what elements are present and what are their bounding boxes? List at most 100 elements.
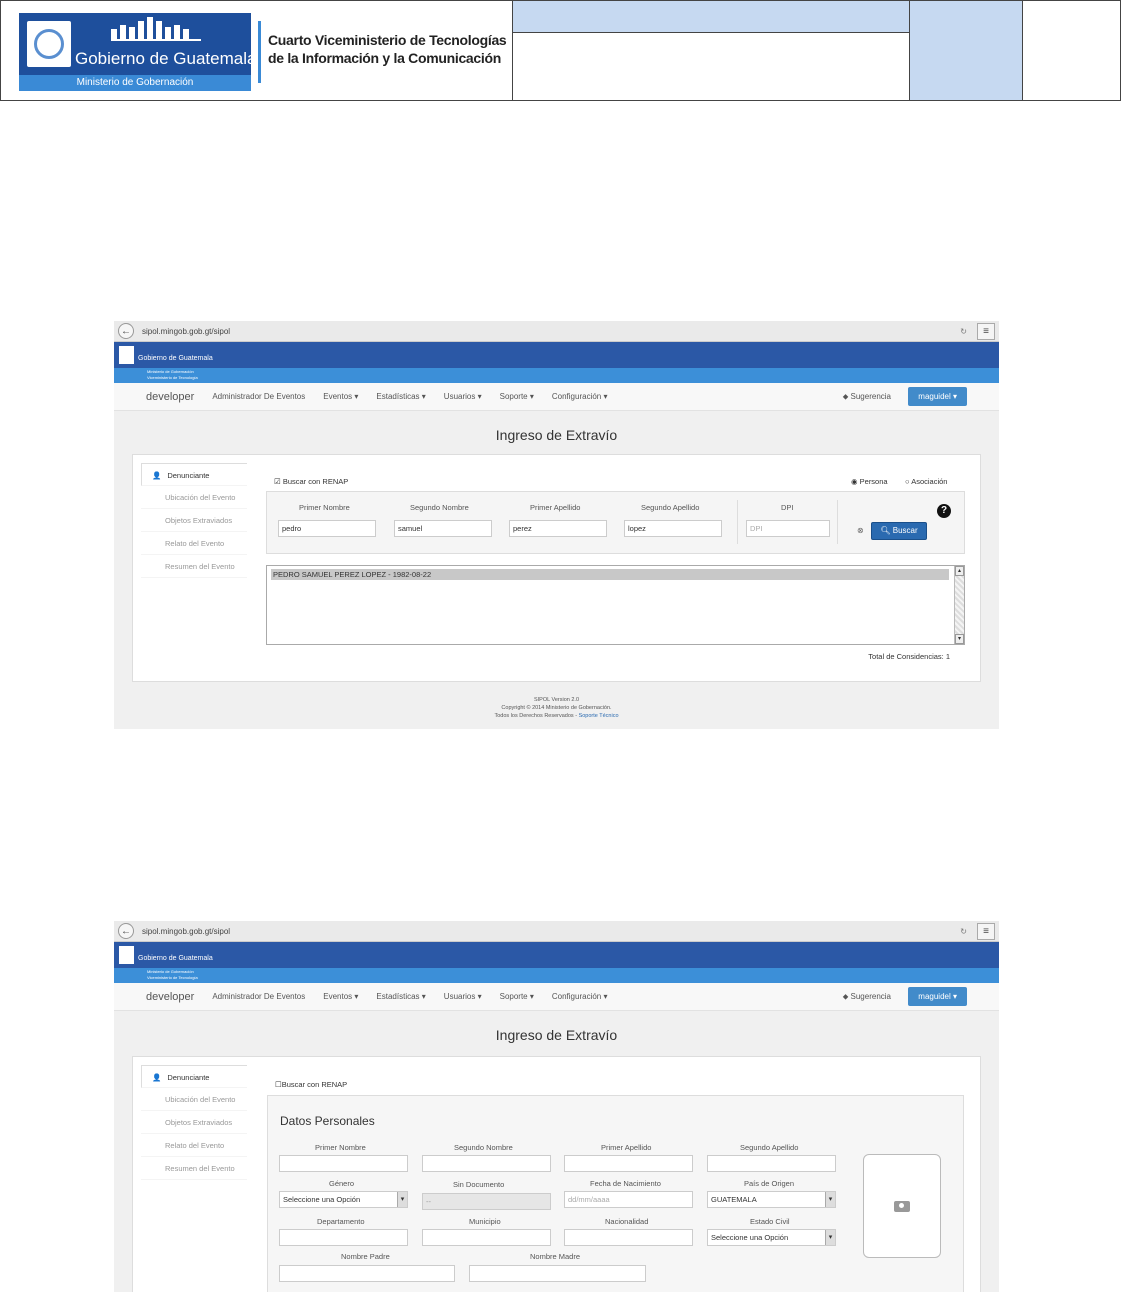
- radio-asociacion[interactable]: ○ Asociación: [905, 477, 947, 486]
- label-segundo-nombre: Segundo Nombre: [454, 1143, 513, 1152]
- banner-subtitle: Ministerio de Gobernación Viceministerio…: [114, 368, 999, 383]
- footer-rights: Todos los Derechos Reservados -: [494, 713, 578, 719]
- sidebar-item-objetos[interactable]: Objetos Extraviados: [141, 1111, 247, 1134]
- sidebar-item-resumen[interactable]: Resumen del Evento: [141, 555, 247, 578]
- result-item[interactable]: PEDRO SAMUEL PEREZ LOPEZ - 1982-08-22: [271, 569, 949, 580]
- segundo-apellido-input[interactable]: [707, 1155, 836, 1172]
- nav-item-estadisticas[interactable]: Estadísticas ▾: [376, 392, 425, 401]
- label-primer-apellido: Primer Apellido: [530, 503, 581, 512]
- primer-nombre-input[interactable]: pedro: [278, 520, 376, 537]
- nav-item-soporte[interactable]: Soporte ▾: [500, 992, 534, 1001]
- radio-persona[interactable]: ◉ Persona: [851, 477, 888, 486]
- sugerencia-label: Sugerencia: [850, 391, 891, 401]
- label-nombre-padre: Nombre Padre: [341, 1252, 390, 1261]
- nav-item-admin-eventos[interactable]: Administrador De Eventos: [212, 392, 305, 401]
- header-blue-cell: [910, 1, 1023, 100]
- nav-item-eventos[interactable]: Eventos ▾: [323, 392, 358, 401]
- label-segundo-apellido: Segundo Apellido: [740, 1143, 799, 1152]
- browser-bar: ← sipol.mingob.gob.gt/sipol ↻ ≡: [114, 921, 999, 942]
- sin-documento-input: --: [422, 1193, 551, 1210]
- renap-checkbox[interactable]: ☐Buscar con RENAP: [275, 1080, 347, 1089]
- divider: [737, 500, 738, 544]
- user-menu-button[interactable]: maguidel ▾: [908, 987, 967, 1006]
- navbar: developer Administrador De Eventos Event…: [114, 983, 999, 1011]
- genero-select[interactable]: Seleccione una Opción: [279, 1191, 408, 1208]
- menu-icon[interactable]: ≡: [977, 322, 995, 340]
- page-title: Ingreso de Extravío: [495, 1027, 618, 1043]
- label-departamento: Departamento: [317, 1217, 365, 1226]
- nav-item-eventos[interactable]: Eventos ▾: [323, 992, 358, 1001]
- back-arrow-icon[interactable]: ←: [118, 323, 134, 339]
- sidebar-item-ubicacion[interactable]: Ubicación del Evento: [141, 1088, 247, 1111]
- sidebar-item-resumen[interactable]: Resumen del Evento: [141, 1157, 247, 1180]
- screenshot-renap-search: ← sipol.mingob.gob.gt/sipol ↻ ≡ Gobierno…: [114, 321, 999, 729]
- sidebar-item-denunciante[interactable]: 👤 Denunciante: [141, 1065, 247, 1088]
- reload-icon[interactable]: ↻: [960, 327, 967, 336]
- primer-nombre-input[interactable]: [279, 1155, 408, 1172]
- user-menu-button[interactable]: maguidel ▾: [908, 387, 967, 406]
- clear-icon[interactable]: ⊗: [857, 526, 864, 535]
- url-field[interactable]: sipol.mingob.gob.gt/sipol: [142, 327, 960, 336]
- fecha-nacimiento-input[interactable]: dd/mm/aaaa: [564, 1191, 693, 1208]
- viceministerio-title: Cuarto Viceministerio de Tecnologías de …: [268, 31, 507, 67]
- segundo-apellido-input[interactable]: lopez: [624, 520, 722, 537]
- nav-item-usuarios[interactable]: Usuarios ▾: [444, 992, 482, 1001]
- nacionalidad-input[interactable]: [564, 1229, 693, 1246]
- nav-item-usuarios[interactable]: Usuarios ▾: [444, 392, 482, 401]
- renap-checkbox[interactable]: ☑ Buscar con RENAP: [274, 477, 348, 486]
- nav-brand[interactable]: developer: [146, 991, 194, 1003]
- results-list[interactable]: PEDRO SAMUEL PEREZ LOPEZ - 1982-08-22 ▴ …: [266, 565, 965, 645]
- nav-item-configuracion[interactable]: Configuración ▾: [552, 992, 608, 1001]
- buscar-button[interactable]: 🔍︎ Buscar: [871, 522, 927, 540]
- datos-personales-panel: Datos Personales Primer Nombre Segundo N…: [267, 1095, 964, 1292]
- label-genero: Género: [329, 1179, 355, 1188]
- pais-origen-select[interactable]: GUATEMALA: [707, 1191, 836, 1208]
- menu-icon[interactable]: ≡: [977, 922, 995, 940]
- label-dpi: DPI: [781, 503, 794, 512]
- banner-line2: Viceministerio de Tecnología: [147, 975, 198, 980]
- tag-icon: ⬥: [842, 991, 851, 1001]
- browser-bar: ← sipol.mingob.gob.gt/sipol ↻ ≡: [114, 321, 999, 342]
- sidebar-item-objetos[interactable]: Objetos Extraviados: [141, 509, 247, 532]
- results-scrollbar[interactable]: ▴ ▾: [954, 566, 964, 644]
- label-segundo-nombre: Segundo Nombre: [410, 503, 469, 512]
- nombre-padre-input[interactable]: [279, 1265, 455, 1282]
- primer-apellido-input[interactable]: [564, 1155, 693, 1172]
- user-icon: 👤: [152, 471, 162, 480]
- sidebar-item-relato[interactable]: Relato del Evento: [141, 1134, 247, 1157]
- buscar-label: Buscar: [892, 526, 918, 535]
- user-icon: 👤: [152, 1073, 162, 1082]
- label-municipio: Municipio: [469, 1217, 501, 1226]
- estado-civil-select[interactable]: Seleccione una Opción: [707, 1229, 836, 1246]
- help-icon[interactable]: ?: [937, 504, 951, 518]
- scroll-up-icon[interactable]: ▴: [955, 566, 964, 576]
- sidebar-item-denunciante[interactable]: 👤 Denunciante: [141, 463, 247, 486]
- primer-apellido-input[interactable]: perez: [509, 520, 607, 537]
- sugerencia-link[interactable]: ⬥ Sugerencia: [843, 392, 891, 402]
- coat-of-arms-icon: [27, 21, 71, 67]
- label-primer-apellido: Primer Apellido: [601, 1143, 652, 1152]
- banner-subtitle: Ministerio de Gobernación Viceministerio…: [114, 968, 999, 983]
- scroll-down-icon[interactable]: ▾: [955, 634, 964, 644]
- nav-item-configuracion[interactable]: Configuración ▾: [552, 392, 608, 401]
- segundo-nombre-input[interactable]: [422, 1155, 551, 1172]
- sidebar-item-ubicacion[interactable]: Ubicación del Evento: [141, 486, 247, 509]
- support-link[interactable]: Soporte Técnico: [579, 713, 619, 719]
- departamento-input[interactable]: [279, 1229, 408, 1246]
- sugerencia-link[interactable]: ⬥ Sugerencia: [843, 992, 891, 1002]
- segundo-nombre-input[interactable]: samuel: [394, 520, 492, 537]
- back-arrow-icon[interactable]: ←: [118, 923, 134, 939]
- dpi-input[interactable]: DPI: [746, 520, 830, 537]
- nav-item-soporte[interactable]: Soporte ▾: [500, 392, 534, 401]
- nav-item-estadisticas[interactable]: Estadísticas ▾: [376, 992, 425, 1001]
- municipio-input[interactable]: [422, 1229, 551, 1246]
- vice-line2: de la Información y la Comunicación: [268, 50, 501, 66]
- reload-icon[interactable]: ↻: [960, 927, 967, 936]
- url-field[interactable]: sipol.mingob.gob.gt/sipol: [142, 927, 960, 936]
- nav-brand[interactable]: developer: [146, 391, 194, 403]
- nombre-madre-input[interactable]: [469, 1265, 646, 1282]
- sidebar-item-relato[interactable]: Relato del Evento: [141, 532, 247, 555]
- photo-upload[interactable]: [863, 1154, 941, 1258]
- nav-item-admin-eventos[interactable]: Administrador De Eventos: [212, 992, 305, 1001]
- label-nacionalidad: Nacionalidad: [605, 1217, 649, 1226]
